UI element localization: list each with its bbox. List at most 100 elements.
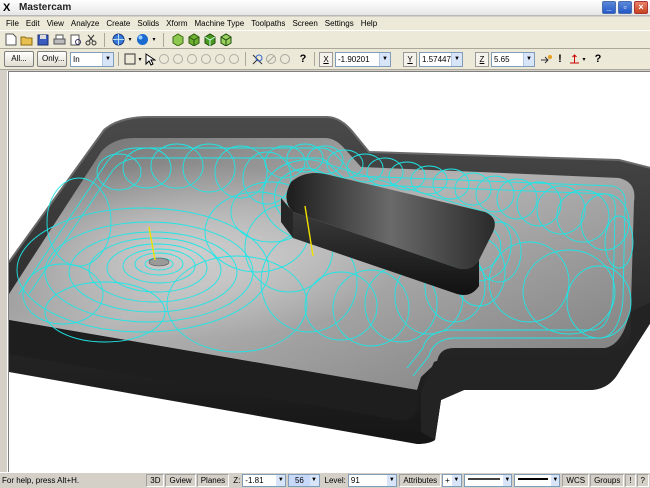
window-select-icon[interactable] — [123, 52, 137, 66]
y-coordinate-button[interactable]: Y — [403, 51, 417, 67]
autocursor-icon[interactable] — [539, 52, 553, 66]
menu-settings[interactable]: Settings — [322, 18, 358, 30]
toolbar-separator — [104, 32, 105, 47]
arc-select-icon[interactable] — [171, 52, 185, 66]
globe-view-icon[interactable] — [111, 33, 125, 47]
chevron-down-icon: ▼ — [523, 52, 534, 66]
left-boss — [148, 257, 170, 267]
chain-select-icon[interactable] — [157, 52, 171, 66]
print-preview-icon[interactable] — [68, 33, 82, 47]
toolbar-separator — [163, 32, 164, 47]
select-all-button[interactable]: All... — [4, 51, 34, 67]
clear-selection-icon[interactable] — [278, 52, 292, 66]
menu-edit[interactable]: Edit — [23, 18, 44, 30]
help-button[interactable]: ? — [636, 474, 649, 487]
print-icon[interactable] — [52, 33, 66, 47]
left-dock-strip — [0, 71, 8, 472]
menu-create[interactable]: Create — [103, 18, 134, 30]
z-coordinate-field[interactable]: 5.65 ▼ — [491, 51, 535, 67]
chevron-down-icon: ▼ — [387, 475, 397, 486]
select-only-button[interactable]: Only... — [37, 51, 67, 67]
polygon-select-icon[interactable] — [227, 52, 241, 66]
menu-help[interactable]: Help — [358, 18, 381, 30]
vector-select-icon[interactable] — [213, 52, 227, 66]
window-title: Mastercam — [19, 2, 72, 13]
level-label: Level: — [324, 476, 346, 485]
chevron-down-icon: ▼ — [102, 52, 113, 66]
title-bar: X Mastercam _ ▫ × — [0, 0, 650, 16]
chevron-down-icon: ▼ — [309, 475, 319, 486]
hidden-line-cube-icon[interactable] — [186, 33, 200, 47]
open-folder-icon[interactable] — [20, 33, 34, 47]
menu-analyze[interactable]: Analyze — [68, 18, 103, 30]
point-style-select[interactable]: + ▼ — [442, 474, 463, 487]
mode-3d-toggle[interactable]: 3D — [146, 474, 165, 487]
menu-solids[interactable]: Solids — [134, 18, 163, 30]
menu-file[interactable]: File — [3, 18, 23, 30]
planes-button[interactable]: Planes — [196, 474, 230, 487]
dropdown-arrow-icon[interactable]: ▾ — [127, 33, 133, 47]
graphics-viewport[interactable] — [8, 71, 650, 472]
verify-select-icon[interactable] — [250, 52, 264, 66]
selection-toolbar: All... Only... In ▼ ▾ ? X -1.90201 ▼ Y 1… — [0, 49, 650, 70]
help-icon[interactable]: ? — [296, 52, 310, 66]
menu-machine-type[interactable]: Machine Type — [192, 18, 249, 30]
color-select[interactable]: 56 ▼ — [288, 474, 320, 487]
chevron-down-icon: ▼ — [451, 475, 461, 486]
standard-toolbar: ▾ ▾ — [0, 30, 650, 49]
chevron-down-icon: ▼ — [379, 52, 390, 66]
x-coordinate-button[interactable]: X — [319, 51, 333, 67]
exclamation-icon[interactable]: ! — [553, 52, 567, 66]
help-hint: For help, press Alt+H. — [2, 476, 80, 485]
line-width-select[interactable]: ▼ — [514, 474, 561, 487]
point-select-icon[interactable] — [185, 52, 199, 66]
z-depth-field[interactable]: -1.81 ▼ — [242, 474, 287, 487]
shaded-edges-cube-icon[interactable] — [218, 33, 232, 47]
menu-xform[interactable]: Xform — [163, 18, 191, 30]
chevron-down-icon: ▼ — [503, 475, 512, 486]
groups-button[interactable]: Groups — [590, 474, 625, 487]
new-file-icon[interactable] — [4, 33, 18, 47]
attributes-button[interactable]: Attributes — [399, 474, 442, 487]
maximize-button[interactable]: ▫ — [618, 1, 632, 14]
z-depth-label: Z: — [233, 476, 241, 485]
cut-icon[interactable] — [84, 33, 98, 47]
chevron-down-icon: ▼ — [451, 52, 462, 66]
menu-bar: File Edit View Analyze Create Solids Xfo… — [0, 17, 650, 30]
save-icon[interactable] — [36, 33, 50, 47]
menu-toolpaths[interactable]: Toolpaths — [248, 18, 289, 30]
menu-view[interactable]: View — [44, 18, 68, 30]
close-button[interactable]: × — [634, 1, 648, 14]
dropdown-arrow-icon[interactable]: ▾ — [581, 52, 587, 66]
info-button[interactable]: ! — [625, 474, 636, 487]
plane-arrow-icon[interactable] — [567, 52, 581, 66]
quick-mask-icon[interactable] — [264, 52, 278, 66]
x-coordinate-field[interactable]: -1.90201 ▼ — [335, 51, 391, 67]
gview-button[interactable]: Gview — [165, 474, 196, 487]
z-coordinate-button[interactable]: Z — [475, 51, 489, 67]
dropdown-arrow-icon[interactable]: ▾ — [151, 33, 157, 47]
shading-sphere-icon[interactable] — [135, 33, 149, 47]
toolbar-separator — [245, 52, 246, 66]
wireframe-cube-icon[interactable] — [170, 33, 184, 47]
chevron-down-icon: ▼ — [551, 475, 560, 486]
shaded-cube-icon[interactable] — [202, 33, 216, 47]
toolbar-separator — [314, 52, 315, 66]
menu-screen[interactable]: Screen — [289, 18, 321, 30]
y-coordinate-field[interactable]: 1.57447 ▼ — [419, 51, 463, 67]
line-style-icon — [465, 475, 503, 486]
plus-icon: + — [445, 476, 450, 485]
level-select[interactable]: 91 ▼ — [347, 474, 398, 487]
part-model-view[interactable] — [9, 72, 650, 472]
area-select-icon[interactable] — [199, 52, 213, 66]
pointer-icon[interactable] — [143, 52, 157, 66]
window-controls: _ ▫ × — [602, 1, 648, 14]
toolbar-separator — [118, 52, 119, 66]
minimize-button[interactable]: _ — [602, 1, 616, 14]
wcs-button[interactable]: WCS — [562, 474, 590, 487]
help-icon[interactable]: ? — [591, 52, 605, 66]
line-width-icon — [515, 475, 551, 486]
line-style-select[interactable]: ▼ — [464, 474, 513, 487]
chevron-down-icon: ▼ — [276, 475, 286, 486]
selection-mode-select[interactable]: In ▼ — [70, 51, 114, 67]
